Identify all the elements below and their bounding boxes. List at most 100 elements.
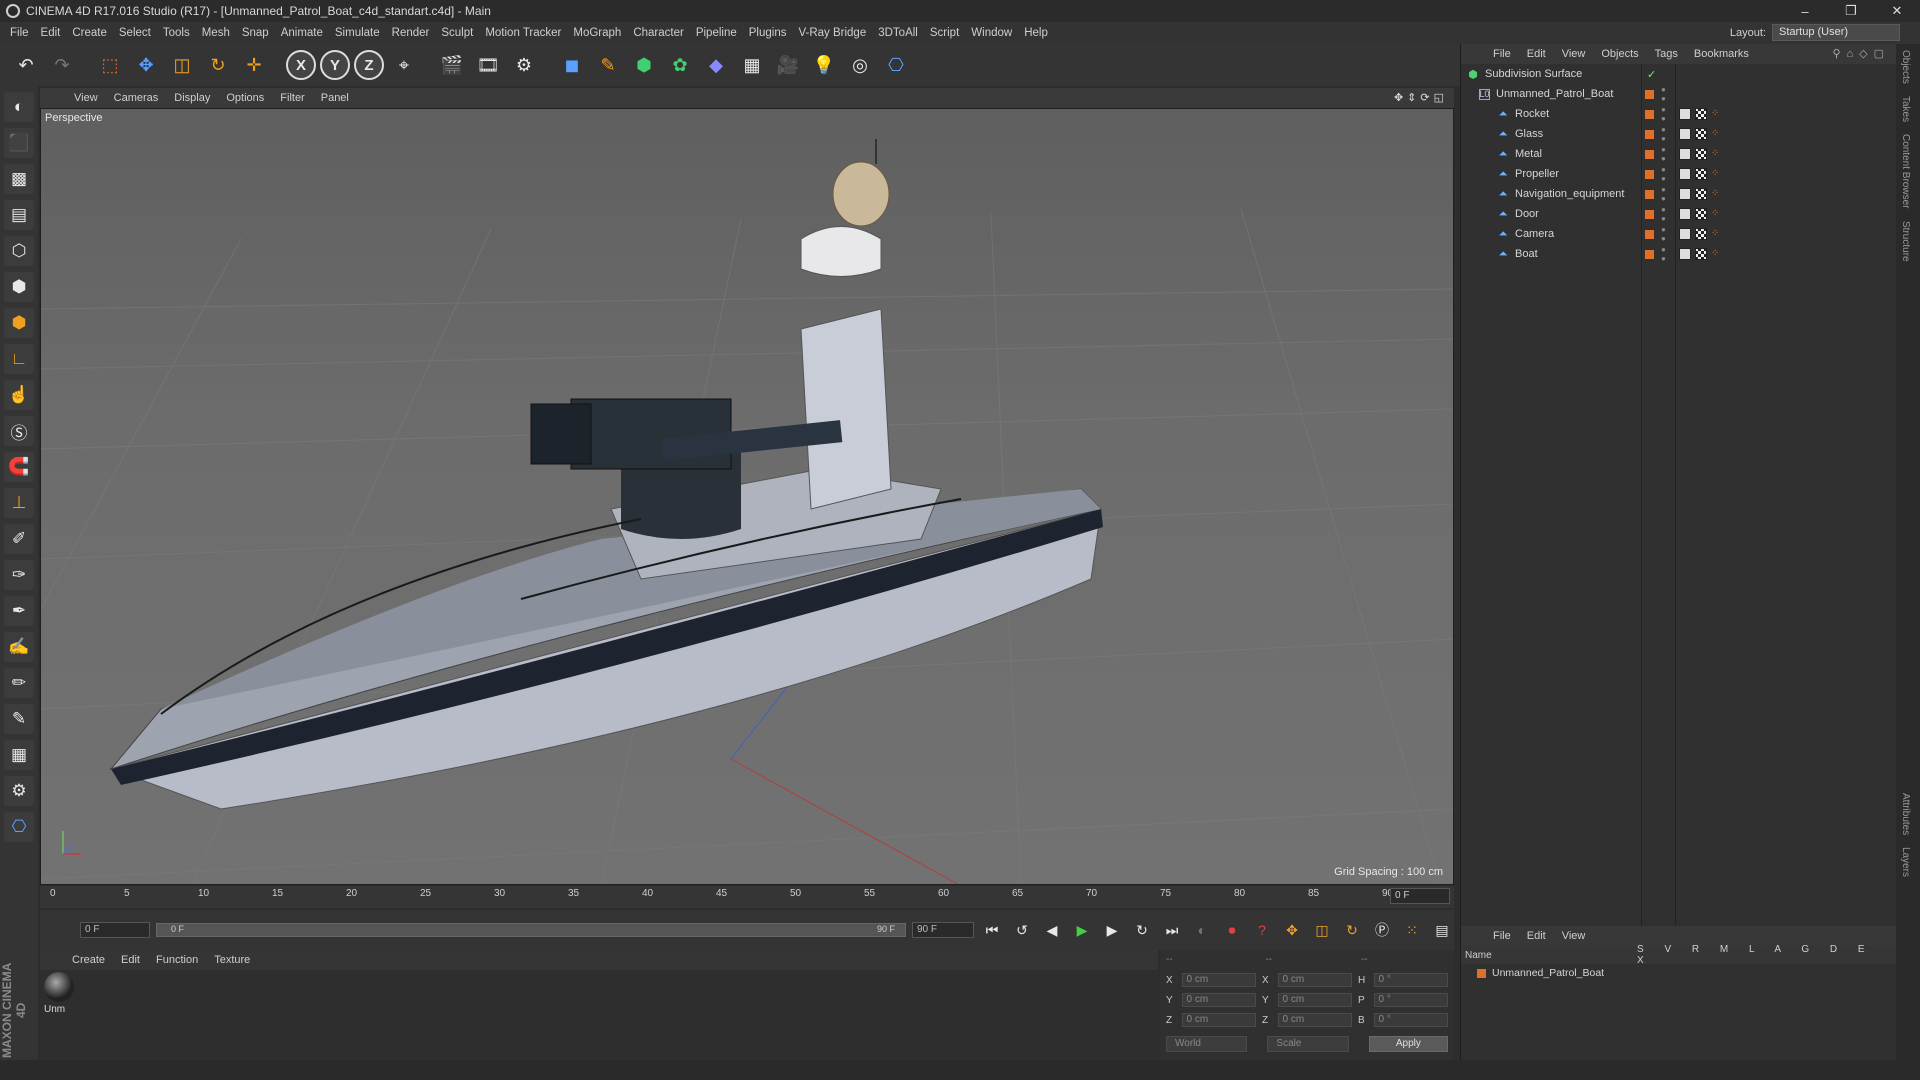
viewport-menu-display[interactable]: Display [166,92,218,104]
position-y-field[interactable]: 0 cm [1181,993,1256,1007]
visibility-dots-icon[interactable]: ● ● [1661,245,1666,263]
texture-mode-icon[interactable]: ▩ [4,164,34,194]
deformer-icon[interactable]: ◆ [700,49,732,81]
om-menu-view[interactable]: View [1554,48,1594,60]
camera-icon[interactable]: 🎥 [772,49,804,81]
object-row-camera[interactable]: ⏶ Camera ● ● ⁘ [1461,224,1896,244]
key-parameter-icon[interactable]: Ⓟ [1370,918,1394,942]
tab-attributes[interactable]: Attributes [1896,787,1915,841]
object-row-navigation-equipment[interactable]: ⏶ Navigation_equipment ● ● ⁘ [1461,184,1896,204]
layer-color-swatch[interactable] [1645,249,1654,259]
object-row-rocket[interactable]: ⏶ Rocket ● ● ⁘ [1461,104,1896,124]
visibility-dots-icon[interactable]: ● ● [1661,125,1666,143]
selection-tag-icon[interactable]: ⁘ [1711,189,1721,199]
key-position-icon[interactable]: ✥ [1280,918,1304,942]
position-z-field[interactable]: 0 cm [1181,1013,1256,1027]
layer-row[interactable]: Unmanned_Patrol_Boat [1461,964,1896,982]
render-settings-icon[interactable]: ⚙ [508,49,540,81]
material-name[interactable]: Unm [44,1004,65,1015]
menu-tools[interactable]: Tools [157,27,196,39]
menu-render[interactable]: Render [386,27,436,39]
edges-mode-icon[interactable]: ⬢ [4,272,34,302]
menu-animate[interactable]: Animate [275,27,329,39]
visibility-dots-icon[interactable]: ● ● [1661,165,1666,183]
sculpt-inflate-icon[interactable]: ✏ [4,668,34,698]
move-tool-icon[interactable]: ✥ [130,49,162,81]
object-row-unmanned-patrol-boat[interactable]: L0 Unmanned_Patrol_Boat ● ● [1461,84,1896,104]
minimize-button[interactable]: – [1782,0,1828,22]
material-tag-icon[interactable] [1679,188,1691,200]
timeline-window-icon[interactable]: ▤ [1430,918,1454,942]
menu-pipeline[interactable]: Pipeline [690,27,743,39]
python-icon[interactable]: ⎔ [4,812,34,842]
tab-content-browser[interactable]: Content Browser [1896,128,1915,214]
viewport-menu-cameras[interactable]: Cameras [106,92,167,104]
size-z-field[interactable]: 0 cm [1277,1013,1352,1027]
menu-3dtoall[interactable]: 3DToAll [872,27,924,39]
uvw-tag-icon[interactable] [1695,148,1707,160]
layer-color-swatch[interactable] [1645,229,1654,239]
model-mode-icon[interactable]: ⬛ [4,128,34,158]
selection-tag-icon[interactable]: ⁘ [1711,209,1721,219]
position-x-field[interactable]: 0 cm [1181,973,1256,987]
redo-icon[interactable]: ↷ [46,49,78,81]
material-tag-icon[interactable] [1679,228,1691,240]
rotation-b-field[interactable]: 0 ° [1373,1013,1448,1027]
floor-environment-icon[interactable]: ▦ [736,49,768,81]
sculpt-grab-icon[interactable]: ✍ [4,632,34,662]
visibility-dots-icon[interactable]: ● ● [1661,205,1666,223]
lock-workplane-icon[interactable]: ⚙ [4,776,34,806]
uvw-tag-icon[interactable] [1695,168,1707,180]
sculpt-pull-icon[interactable]: ✑ [4,560,34,590]
material-tag-icon[interactable] [1679,108,1691,120]
make-editable-icon[interactable]: ◐ [4,92,34,122]
live-selection-icon[interactable]: ⬚ [94,49,126,81]
selection-tag-icon[interactable]: ⁘ [1711,109,1721,119]
layer-color-swatch[interactable] [1645,189,1654,199]
object-row-boat[interactable]: ⏶ Boat ● ● ⁘ [1461,244,1896,264]
selection-tag-icon[interactable]: ⁘ [1711,129,1721,139]
menu-plugins[interactable]: Plugins [743,27,793,39]
next-frame-icon[interactable]: ▶ [1100,918,1124,942]
menu-script[interactable]: Script [924,27,965,39]
visibility-dots-icon[interactable]: ● ● [1661,85,1666,103]
previous-frame-icon[interactable]: ◀ [1040,918,1064,942]
go-to-end-icon[interactable]: ⏭ [1160,918,1184,942]
object-row-glass[interactable]: ⏶ Glass ● ● ⁘ [1461,124,1896,144]
viewport-menu-options[interactable]: Options [218,92,272,104]
sculpt-brush-icon[interactable]: ✐ [4,524,34,554]
apply-button[interactable]: Apply [1368,1036,1448,1052]
frame-range-slider[interactable]: 0 F 90 F [156,923,906,937]
axis-mode-icon[interactable]: ∟ [4,344,34,374]
om-menu-edit[interactable]: Edit [1519,48,1554,60]
menu-help[interactable]: Help [1018,27,1054,39]
menu-mesh[interactable]: Mesh [196,27,236,39]
uvw-tag-icon[interactable] [1695,248,1707,260]
maximize-button[interactable]: ❐ [1828,0,1874,22]
menu-window[interactable]: Window [965,27,1018,39]
layer-color-swatch[interactable] [1477,968,1486,978]
viewport-perspective[interactable]: Perspective Grid Spacing : 100 cm [40,108,1454,885]
tab-structure[interactable]: Structure [1896,215,1915,268]
tab-takes[interactable]: Takes [1896,90,1915,128]
undo-icon[interactable]: ↶ [10,49,42,81]
material-menu-function[interactable]: Function [148,954,206,966]
viewport-navigation-icons[interactable]: ✥⇕⟳◱ [1394,91,1448,104]
polygons-mode-icon[interactable]: ⬢ [4,308,34,338]
rotation-h-field[interactable]: 0 ° [1373,973,1448,987]
menu-select[interactable]: Select [113,27,157,39]
material-menu-create[interactable]: Create [64,954,113,966]
uvw-tag-icon[interactable] [1695,208,1707,220]
key-point-level-icon[interactable]: ⁙ [1400,918,1424,942]
material-tag-icon[interactable] [1679,208,1691,220]
material-preview-icon[interactable] [44,972,74,1002]
timeline-ruler[interactable]: 0 5 10 15 20 25 30 35 40 45 50 55 60 65 … [40,886,1454,908]
selection-tag-icon[interactable]: ⁘ [1711,229,1721,239]
size-x-field[interactable]: 0 cm [1277,973,1352,987]
viewport-menu-view[interactable]: View [66,92,106,104]
render-picture-viewer-icon[interactable]: 🎞 [472,49,504,81]
tab-layers[interactable]: Layers [1896,841,1915,883]
object-row-metal[interactable]: ⏶ Metal ● ● ⁘ [1461,144,1896,164]
lm-menu-edit[interactable]: Edit [1519,930,1554,942]
layer-color-swatch[interactable] [1645,129,1654,139]
